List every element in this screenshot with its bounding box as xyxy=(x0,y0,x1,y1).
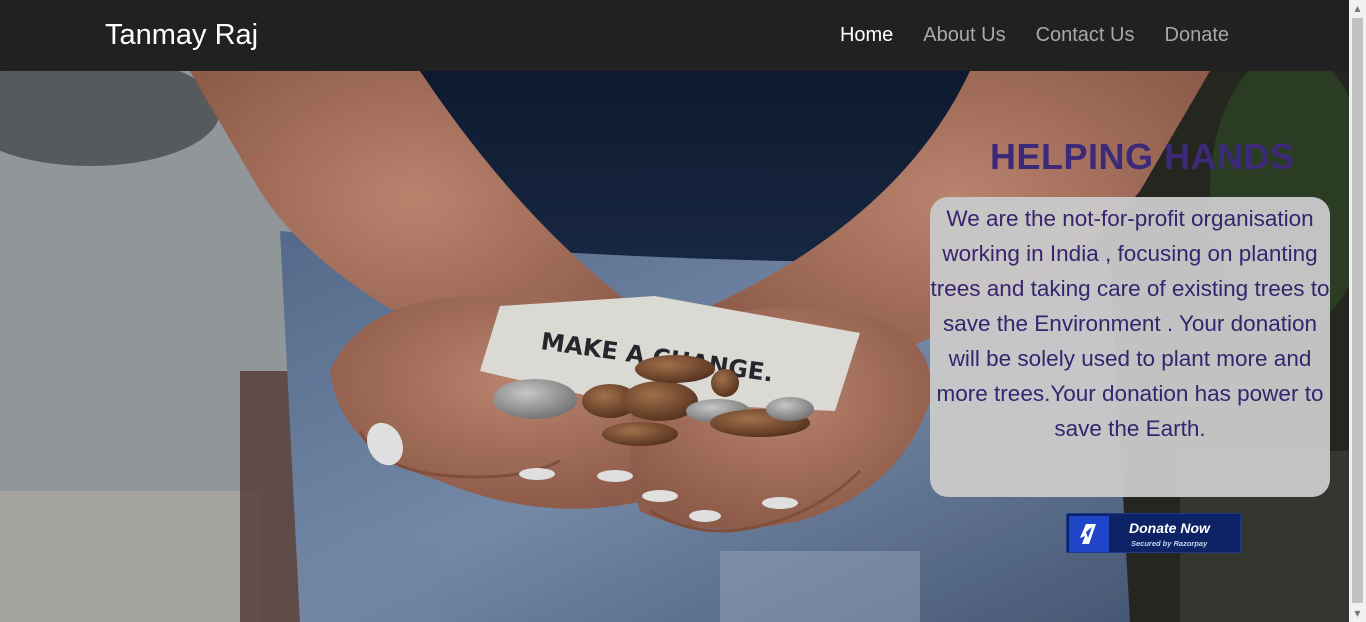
nav-item-contact: Contact Us xyxy=(1036,24,1135,47)
hero-title: HELPING HANDS xyxy=(990,136,1295,177)
brand-link[interactable]: Tanmay Raj xyxy=(105,19,258,52)
donate-button-label: Donate Now xyxy=(1129,520,1210,536)
nav-link-home[interactable]: Home xyxy=(840,24,893,46)
donate-now-button[interactable]: Donate Now Secured by Razorpay xyxy=(1066,513,1241,553)
description-card: We are the not-for-profit organisation w… xyxy=(930,197,1330,497)
page-scrollbar[interactable]: ▲ ▼ xyxy=(1349,0,1366,622)
donate-button-sublabel: Secured by Razorpay xyxy=(1131,539,1208,548)
nav-link-donate[interactable]: Donate xyxy=(1165,24,1230,46)
description-text: We are the not-for-profit organisation w… xyxy=(930,206,1330,441)
nav-link-about-us[interactable]: About Us xyxy=(923,24,1005,46)
razorpay-logo-icon xyxy=(1069,516,1109,552)
nav-list: Home About Us Contact Us Donate xyxy=(840,24,1229,47)
scroll-down-arrow-icon[interactable]: ▼ xyxy=(1349,605,1366,622)
nav-link-contact-us[interactable]: Contact Us xyxy=(1036,24,1135,46)
nav-item-donate: Donate xyxy=(1165,24,1230,47)
scroll-up-arrow-icon[interactable]: ▲ xyxy=(1349,0,1366,17)
scroll-thumb[interactable] xyxy=(1352,18,1363,603)
nav-item-home: Home xyxy=(840,24,893,47)
navbar: Tanmay Raj Home About Us Contact Us Dona… xyxy=(0,0,1349,71)
nav-item-about: About Us xyxy=(923,24,1005,47)
